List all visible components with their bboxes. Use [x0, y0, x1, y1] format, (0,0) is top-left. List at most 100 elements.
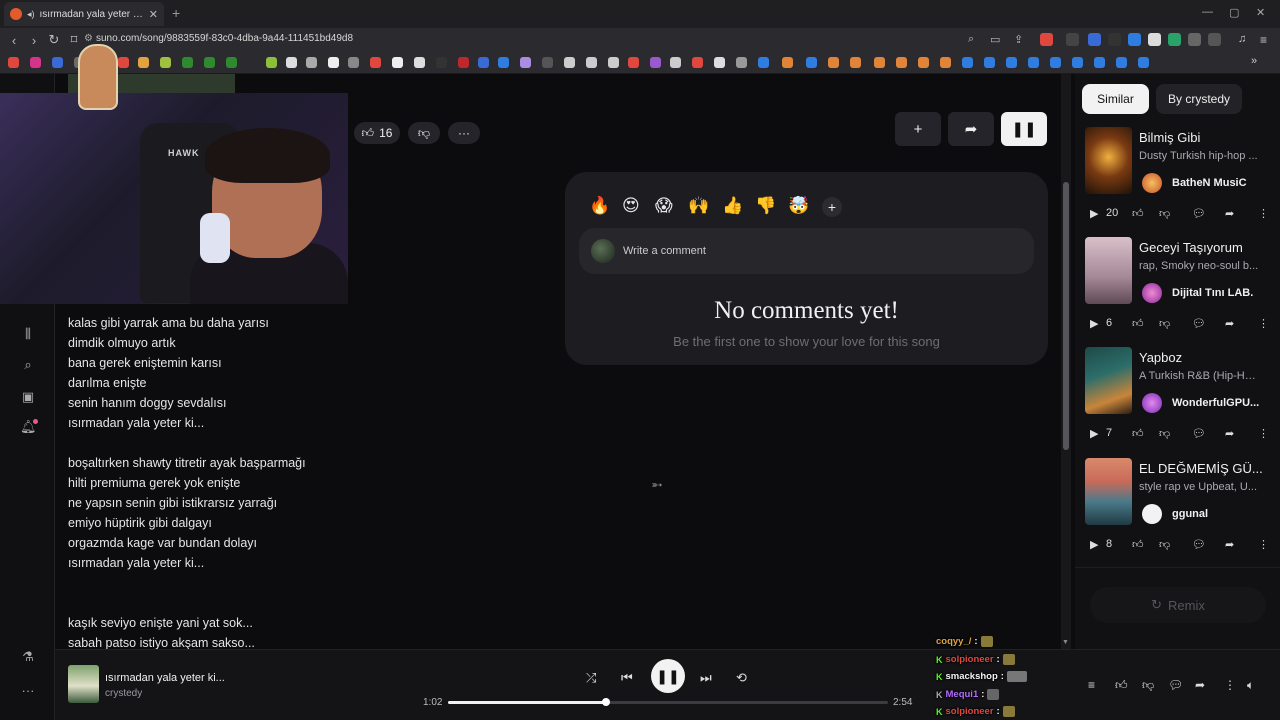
more-icon[interactable]: ⋮ — [1258, 207, 1269, 220]
bookmark-icon[interactable] — [782, 57, 793, 68]
comment-icon[interactable]: 💬︎ — [1192, 427, 1225, 440]
like-icon[interactable]: 👍︎ — [1132, 317, 1159, 330]
extension-icon[interactable] — [1168, 33, 1181, 46]
more-icon[interactable]: ⋮ — [1258, 538, 1269, 551]
bookmark-icon[interactable] — [608, 57, 619, 68]
bookmark-kick-icon[interactable] — [226, 57, 237, 68]
bookmark-steam-icon[interactable] — [962, 57, 973, 68]
url-field[interactable]: suno.com/song/9883559f-83c0-4dba-9a44-11… — [96, 33, 353, 44]
share-icon[interactable]: ➦ — [1225, 317, 1258, 330]
play-pause-button[interactable]: ❚❚ — [651, 659, 685, 693]
bookmark-icon[interactable] — [392, 57, 403, 68]
next-icon[interactable]: ⏭︎ — [700, 670, 712, 686]
maximize-icon[interactable]: ▢ — [1229, 6, 1239, 19]
extension-icon[interactable] — [1066, 33, 1079, 46]
scroll-down-icon[interactable]: ▼ — [1062, 639, 1069, 646]
bookmark-steam-icon[interactable] — [1006, 57, 1017, 68]
site-info-icon[interactable]: ⚙ — [84, 33, 93, 44]
now-playing-cover-image[interactable] — [68, 665, 99, 703]
bookmark-steam-icon[interactable] — [1028, 57, 1039, 68]
like-button[interactable]: 👍︎ 16 — [354, 122, 400, 144]
similar-song-card[interactable]: Geceyi Taşıyorum rap, Smoky neo-soul b..… — [1085, 237, 1280, 337]
close-window-icon[interactable]: ✕ — [1256, 6, 1265, 19]
extension-icon[interactable] — [1088, 33, 1101, 46]
bookmark-icon[interactable] — [414, 57, 425, 68]
bookmark-icon[interactable] — [266, 57, 277, 68]
bookmark-steam-icon[interactable] — [984, 57, 995, 68]
dislike-icon[interactable]: 👎︎ — [1159, 538, 1192, 551]
library-icon[interactable]: ⫼ — [20, 326, 36, 342]
volume-icon[interactable]: 🔈︎ — [1247, 678, 1254, 693]
bookmark-icon[interactable] — [692, 57, 703, 68]
comment-icon[interactable]: 💬︎ — [1192, 317, 1225, 330]
shuffle-icon[interactable]: ⤮ — [586, 670, 596, 686]
browser-tab[interactable]: ◂) ısırmadan yala yeter ki... by crysted… — [4, 2, 164, 26]
bookmark-steam-icon[interactable] — [1050, 57, 1061, 68]
bookmark-youtube-icon[interactable] — [8, 57, 19, 68]
bookmark-icon[interactable] — [940, 57, 951, 68]
comment-input[interactable]: Write a comment — [579, 228, 1034, 274]
new-tab-icon[interactable]: + — [172, 5, 180, 21]
play-icon[interactable]: ▶ — [1090, 207, 1106, 220]
now-playing-artist[interactable]: crystedy — [105, 688, 142, 699]
remix-button[interactable]: ↻ Remix — [1090, 587, 1266, 623]
main-scrollbar[interactable] — [1061, 74, 1071, 649]
bookmark-icon[interactable] — [874, 57, 885, 68]
dislike-icon[interactable]: 👎︎ — [1142, 678, 1154, 693]
mind-blown-reaction-button[interactable]: 🤯 — [788, 196, 809, 216]
thumbs-up-reaction-button[interactable]: 👍 — [722, 196, 743, 216]
bookmark-icon[interactable] — [348, 57, 359, 68]
bookmark-icon[interactable] — [306, 57, 317, 68]
extension-icon[interactable] — [1108, 33, 1121, 46]
similar-song-card[interactable]: Yapboz A Turkish R&B (Hip-Ho... Wonderfu… — [1085, 347, 1280, 447]
similar-song-card[interactable]: EL DEĞMEMİŞ GÜ... style rap ve Upbeat, U… — [1085, 458, 1280, 558]
extension-icon[interactable] — [1188, 33, 1201, 46]
bookmark-icon[interactable] — [436, 57, 447, 68]
bookmark-icon[interactable] — [918, 57, 929, 68]
bookmark-kick-icon[interactable] — [182, 57, 193, 68]
bookmark-icon[interactable] — [586, 57, 597, 68]
fire-reaction-button[interactable]: 🔥 — [589, 196, 610, 216]
add-reaction-button[interactable]: + — [822, 197, 842, 217]
share-button[interactable]: ➦ — [948, 112, 994, 146]
bookmark-icon[interactable] — [52, 57, 63, 68]
raised-hands-reaction-button[interactable]: 🙌 — [688, 196, 709, 216]
tab-by-crystedy[interactable]: By crystedy — [1156, 84, 1242, 114]
bookmark-kick-icon[interactable] — [204, 57, 215, 68]
extension-icon[interactable] — [1128, 33, 1141, 46]
play-icon[interactable]: ▶ — [1090, 538, 1106, 551]
reload-icon[interactable]: ↻ — [44, 32, 64, 48]
bookmark-steam-icon[interactable] — [1094, 57, 1105, 68]
forward-icon[interactable]: › — [24, 33, 44, 48]
create-icon[interactable]: ▣ — [20, 389, 36, 405]
share-icon[interactable]: ➦ — [1225, 207, 1258, 220]
comment-icon[interactable]: 💬︎ — [1168, 678, 1183, 692]
minimize-icon[interactable]: — — [1202, 6, 1213, 18]
song-title[interactable]: EL DEĞMEMİŞ GÜ... — [1139, 461, 1264, 476]
play-icon[interactable]: ▶ — [1090, 427, 1106, 440]
dislike-button[interactable]: 👎︎ — [408, 122, 440, 144]
thumbs-down-reaction-button[interactable]: 👎 — [755, 196, 776, 216]
repeat-icon[interactable]: ⟲ — [736, 670, 747, 686]
bookmark-steam-icon[interactable] — [1072, 57, 1083, 68]
bookmark-icon[interactable] — [478, 57, 489, 68]
bookmark-icon[interactable] — [670, 57, 681, 68]
artist-name[interactable]: Dijital Tını LAB. — [1172, 287, 1253, 299]
bookmark-icon[interactable] — [498, 57, 509, 68]
progress-knob[interactable] — [602, 698, 611, 706]
back-icon[interactable]: ‹ — [4, 33, 24, 48]
bookmark-icon[interactable] — [138, 57, 149, 68]
previous-icon[interactable]: ⏮︎ — [621, 670, 633, 686]
share-icon[interactable]: ➦ — [1225, 427, 1258, 440]
share-icon[interactable]: ➦ — [1225, 538, 1258, 551]
more-icon[interactable]: ⋮ — [1224, 678, 1236, 692]
bookmark-reddit-icon[interactable] — [370, 57, 381, 68]
more-bookmarks-icon[interactable]: » — [1251, 55, 1257, 67]
comment-icon[interactable]: 💬︎ — [1192, 538, 1225, 551]
bookmark-icon[interactable] — [714, 57, 725, 68]
more-icon[interactable]: ⋮ — [1258, 427, 1269, 440]
like-icon[interactable]: 👍︎ — [1115, 678, 1128, 693]
zoom-icon[interactable]: ⌕ — [968, 33, 981, 46]
bookmark-icon[interactable]: ⌑ — [64, 32, 84, 48]
brave-shield-icon[interactable] — [1040, 33, 1053, 46]
